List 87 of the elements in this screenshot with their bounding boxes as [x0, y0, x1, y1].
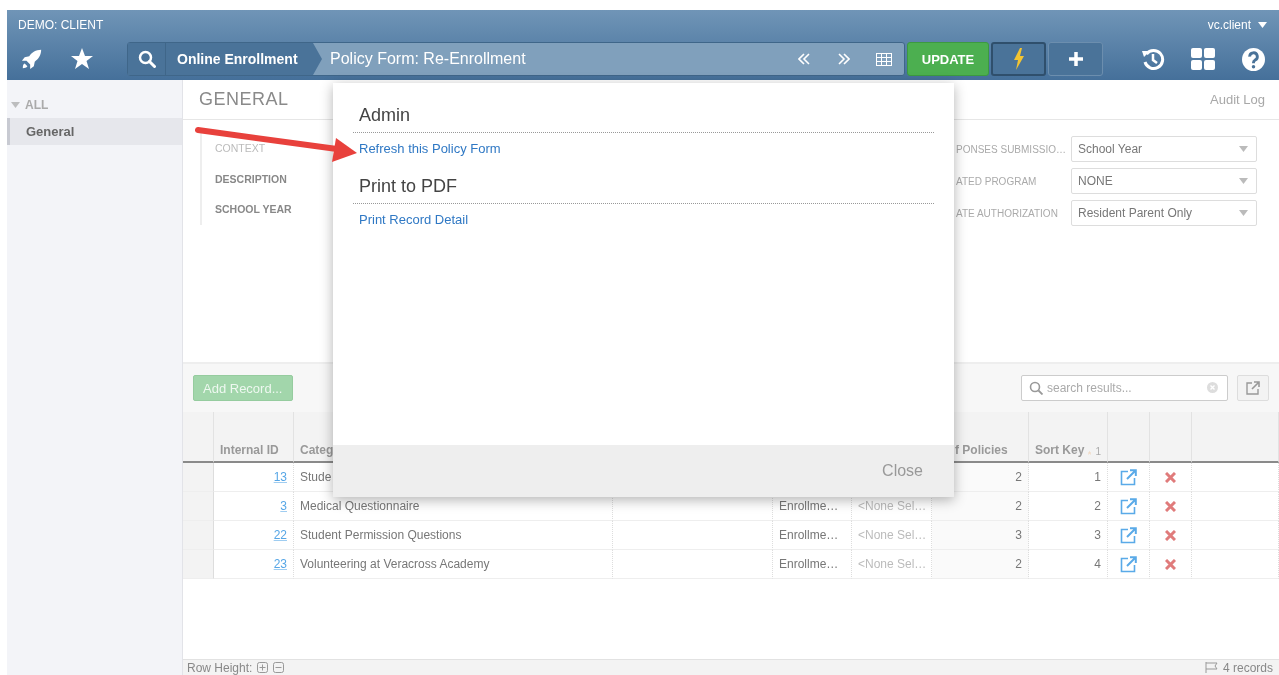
caret-down-icon: [1258, 22, 1267, 28]
star-icon[interactable]: [70, 47, 94, 71]
record-count: 4 records: [1222, 660, 1273, 675]
sort-order: 1: [1095, 446, 1101, 457]
external-link-icon[interactable]: [1120, 468, 1137, 486]
search-field[interactable]: search results...: [1021, 375, 1228, 401]
section-heading: Admin: [353, 103, 934, 133]
user-name[interactable]: vc.client: [1207, 18, 1251, 32]
select-value: School Year: [1078, 142, 1143, 156]
help-icon[interactable]: [1241, 47, 1265, 71]
table-cell: Volunteering at Veracross Academy: [294, 550, 613, 579]
column-header[interactable]: [1192, 412, 1279, 463]
section-heading: Print to PDF: [353, 174, 934, 204]
flag-icon: [1204, 662, 1218, 673]
sidebar-item[interactable]: General: [7, 118, 182, 145]
field-label: CONTEXT: [215, 141, 267, 156]
record-id-link[interactable]: 23: [273, 557, 287, 571]
section-title: GENERAL: [199, 89, 289, 110]
column-header[interactable]: [183, 412, 214, 463]
field-label: DESCRIPTION: [215, 171, 288, 187]
select-field[interactable]: Resident Parent Only: [1071, 200, 1257, 226]
rocket-icon[interactable]: [21, 48, 43, 70]
table-cell: 3: [1029, 521, 1108, 550]
table-cell: Enrollme…: [773, 550, 852, 579]
select-value: NONE: [1078, 174, 1113, 188]
update-button[interactable]: UPDATE: [907, 42, 989, 76]
record-id-link[interactable]: 3: [280, 499, 287, 513]
delete-icon[interactable]: [1165, 529, 1176, 541]
select-value: Resident Parent Only: [1078, 206, 1193, 220]
select-field[interactable]: School Year: [1071, 136, 1257, 162]
search-icon: [137, 50, 156, 68]
external-link-icon[interactable]: [1120, 526, 1137, 544]
add-button[interactable]: [1048, 42, 1103, 76]
dashboard-icon[interactable]: [1191, 48, 1215, 70]
close-button[interactable]: Close: [876, 461, 929, 481]
plus-square-icon[interactable]: [257, 662, 269, 673]
delete-icon[interactable]: [1165, 500, 1176, 512]
column-header[interactable]: [1108, 412, 1150, 463]
column-header[interactable]: [1150, 412, 1192, 463]
table-cell: 2: [1029, 492, 1108, 521]
table-cell: 2: [932, 550, 1029, 579]
caret-down-icon: [1239, 146, 1248, 152]
external-link-icon: [1246, 381, 1260, 395]
header-label: Internal ID: [220, 443, 279, 457]
grid-icon[interactable]: [876, 52, 892, 66]
double-chevron-right-icon[interactable]: [838, 53, 850, 65]
table-cell: 1: [1029, 463, 1108, 492]
field-label: PONSES SUBMISSIO…: [956, 143, 1063, 155]
delete-icon[interactable]: [1165, 558, 1176, 570]
menu-link[interactable]: Print Record Detail: [359, 212, 469, 227]
row-height-label: Row Height:: [187, 660, 253, 675]
header-label: f Policies: [955, 443, 1008, 457]
audit-log-link[interactable]: Audit Log: [1210, 92, 1265, 107]
search-icon: [1029, 381, 1043, 395]
select-field[interactable]: NONE: [1071, 168, 1257, 194]
menu-link[interactable]: Refresh this Policy Form: [359, 141, 501, 156]
minus-square-icon[interactable]: [273, 662, 285, 673]
plus-icon: [1068, 52, 1083, 66]
table-cell: 3: [932, 521, 1029, 550]
header-label: Sort Key: [1035, 443, 1085, 457]
lightning-icon: [1012, 48, 1025, 70]
field-label: ATE AUTHORIZATION: [956, 207, 1059, 219]
field-label: SCHOOL YEAR: [215, 202, 292, 218]
lightning-button[interactable]: [991, 42, 1046, 76]
table-cell: Student Permission Questions: [294, 521, 613, 550]
page-title: Policy Form: Re-Enrollment: [330, 50, 527, 68]
column-header[interactable]: Sort Key 1: [1029, 412, 1108, 463]
table-cell: 2: [932, 492, 1029, 521]
caret-down-icon: [1239, 178, 1248, 184]
record-id-link[interactable]: 13: [273, 470, 287, 484]
external-link-icon[interactable]: [1120, 555, 1137, 573]
record-id-link[interactable]: 22: [273, 528, 287, 542]
table-cell: Enrollme…: [773, 521, 852, 550]
external-link-icon[interactable]: [1120, 497, 1137, 515]
caret-down-icon: [1239, 210, 1248, 216]
instance-name: DEMO: CLIENT: [18, 18, 104, 32]
history-icon[interactable]: [1141, 47, 1165, 71]
double-chevron-left-icon[interactable]: [798, 53, 810, 65]
breadcrumb-link[interactable]: Online Enrollment: [166, 43, 322, 75]
field-label: ATED PROGRAM: [956, 175, 1038, 187]
search-button[interactable]: [128, 43, 166, 75]
column-header[interactable]: Internal ID: [214, 412, 294, 463]
group-label[interactable]: ALL: [25, 98, 49, 112]
delete-icon[interactable]: [1165, 471, 1176, 483]
table-cell: 4: [1029, 550, 1108, 579]
header-label: Categ: [300, 443, 334, 457]
export-button[interactable]: [1237, 375, 1269, 401]
